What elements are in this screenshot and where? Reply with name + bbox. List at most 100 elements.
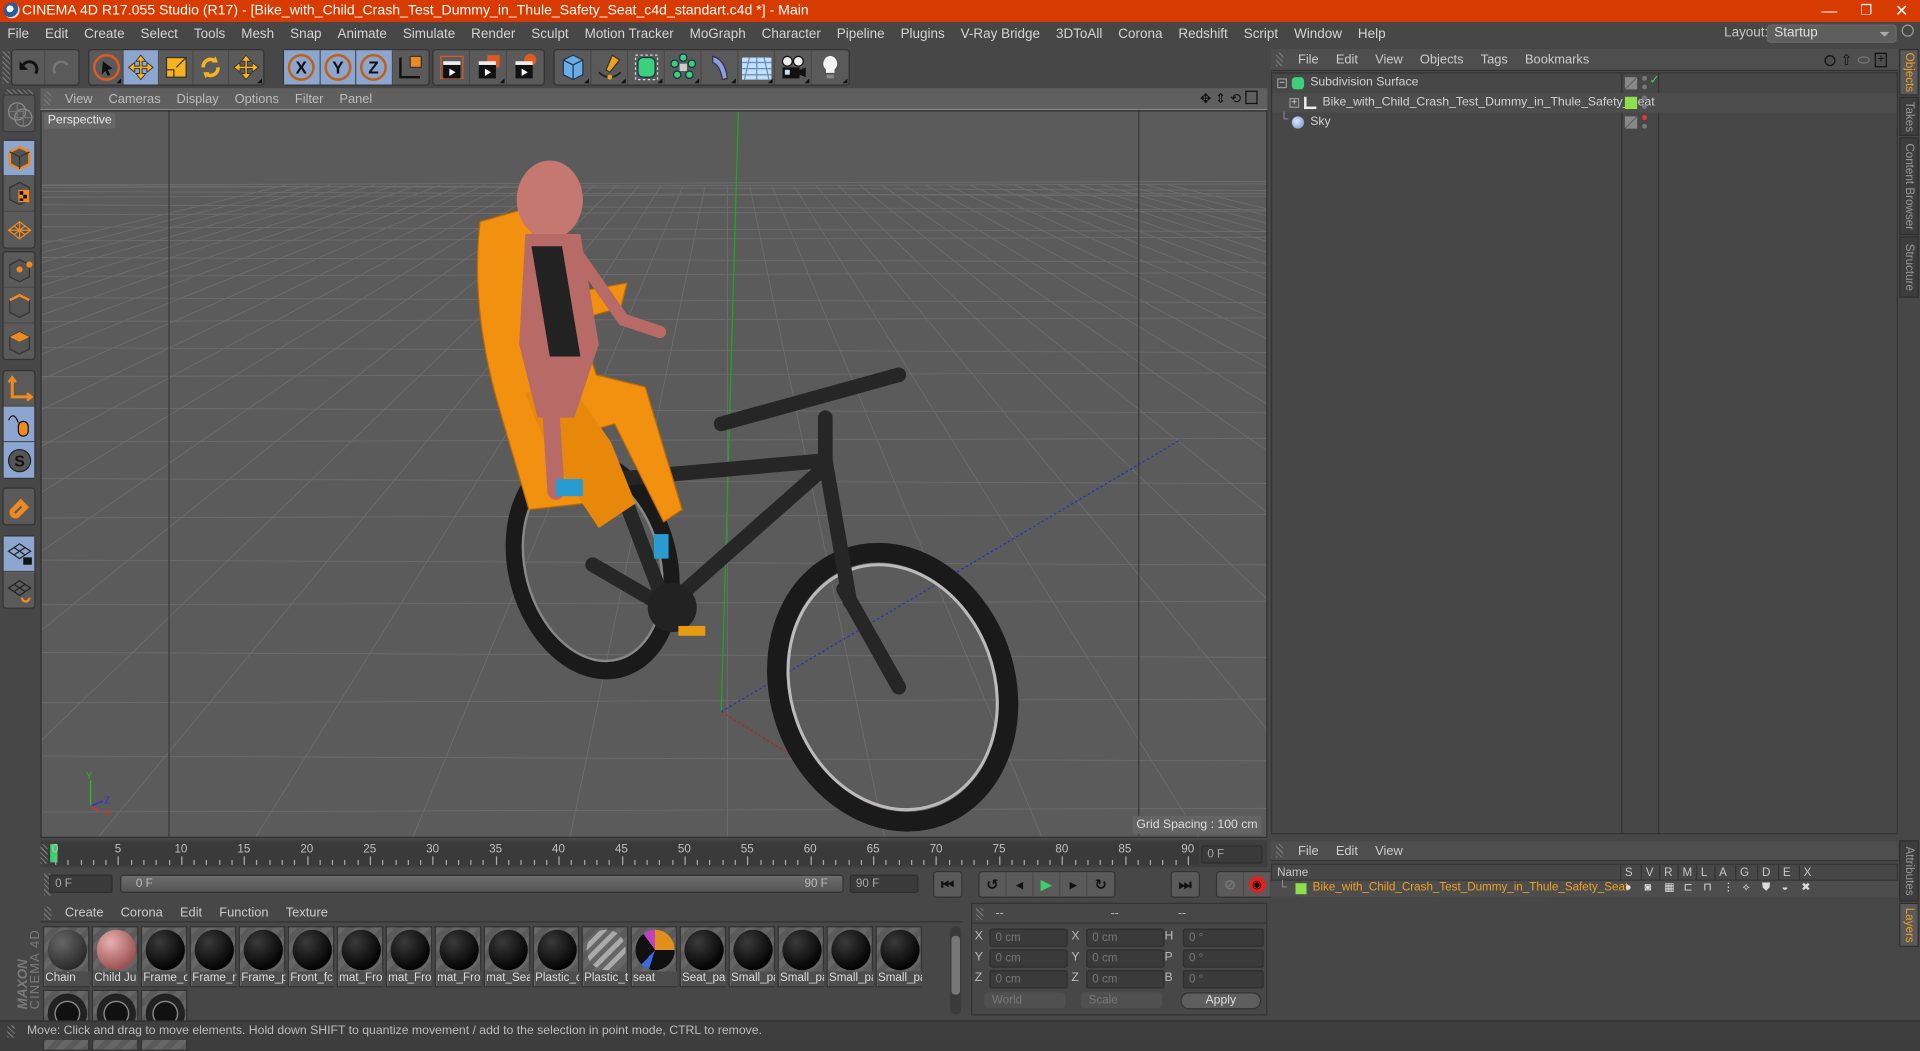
menu-mograph[interactable]: MoGraph — [690, 27, 746, 42]
layer-empty-icon[interactable] — [1624, 77, 1638, 90]
menu-3dtoall[interactable]: 3DToAll — [1056, 27, 1102, 42]
menu-motion-tracker[interactable]: Motion Tracker — [585, 27, 674, 42]
add-deformer-button[interactable] — [702, 50, 739, 85]
frame-range-slider[interactable]: 0 F 90 F — [120, 874, 844, 894]
coordinate-field[interactable]: 0 cm — [989, 970, 1068, 989]
workplane-lock-button[interactable] — [3, 536, 35, 573]
material-scrollbar[interactable] — [950, 926, 962, 1015]
layer-generators-icon[interactable]: ⟡ — [1742, 881, 1749, 894]
material-menu-function[interactable]: Function — [219, 905, 268, 920]
layer-visible-icon[interactable]: ◙ — [1644, 881, 1651, 893]
coordinate-field[interactable]: 0 cm — [989, 949, 1068, 968]
material-swatch[interactable]: Seat_pa — [679, 926, 727, 988]
layer-manager-icon[interactable]: ⊏ — [1684, 881, 1693, 894]
material-menu-edit[interactable]: Edit — [180, 905, 202, 920]
object-row[interactable]: − Subdivision Surface ✓ — [1272, 73, 1896, 93]
previous-frame-button[interactable]: ◂ — [1007, 872, 1034, 897]
add-cube-button[interactable] — [555, 50, 592, 85]
layer-menu-file[interactable]: File — [1298, 843, 1319, 858]
material-swatch[interactable]: mat_Fro — [336, 926, 384, 988]
render-settings-button[interactable] — [507, 50, 544, 84]
maximize-view-icon[interactable] — [1244, 90, 1258, 105]
layer-column-v[interactable]: V — [1646, 866, 1654, 879]
home-icon[interactable]: ⇧ — [1840, 51, 1852, 68]
object-menu-view[interactable]: View — [1375, 52, 1403, 67]
go-to-start-button[interactable]: ⏮ — [933, 870, 963, 898]
material-menu-create[interactable]: Create — [65, 905, 104, 920]
layer-column-g[interactable]: G — [1740, 866, 1749, 879]
object-row[interactable]: + Bike_with_Child_Crash_Test_Dummy_in_Thu… — [1272, 93, 1897, 113]
object-menu-bookmarks[interactable]: Bookmarks — [1525, 52, 1589, 67]
render-picture-viewer-button[interactable] — [470, 50, 507, 85]
material-grip[interactable] — [44, 906, 52, 920]
apply-button[interactable]: Apply — [1180, 992, 1262, 1010]
add-generator-button[interactable] — [628, 50, 665, 85]
coordinates-grip[interactable] — [975, 907, 984, 920]
material-swatch[interactable]: Frame_n — [189, 926, 237, 988]
layer-lock-icon[interactable]: ⊓ — [1703, 881, 1712, 894]
material-swatch[interactable]: Chain — [42, 926, 90, 988]
coordinate-field[interactable]: 0 cm — [1086, 949, 1165, 968]
timeline-ruler[interactable]: 0 5 10 15 20 25 30 35 40 45 50 55 60 65 70 75 80 85 90 — [47, 842, 1199, 865]
coordinate-field[interactable]: 0 cm — [1086, 970, 1165, 989]
side-tab-content-browser[interactable]: Content Browser — [1899, 137, 1919, 236]
material-swatch[interactable]: Plastic_c — [532, 926, 580, 988]
render-visibility-dot[interactable] — [1642, 123, 1647, 129]
zoom-view-icon[interactable]: ⇕ — [1215, 91, 1226, 108]
z-axis-lock-button[interactable]: Z — [356, 50, 393, 85]
material-swatch[interactable]: Small_pa — [875, 926, 923, 988]
points-mode-button[interactable] — [3, 252, 35, 288]
object-row[interactable]: └ Sky — [1272, 113, 1896, 133]
y-axis-lock-button[interactable]: Y — [320, 50, 357, 85]
object-search-icon[interactable] — [1824, 54, 1836, 66]
layer-render-icon[interactable]: ▦ — [1664, 881, 1674, 894]
layer-xref-icon[interactable]: ✖ — [1801, 881, 1810, 894]
object-name[interactable]: Subdivision Surface — [1310, 76, 1418, 89]
viewport-menu-options[interactable]: Options — [235, 91, 279, 106]
end-frame-field[interactable]: 90 F — [849, 874, 919, 894]
object-menu-file[interactable]: File — [1298, 52, 1319, 67]
layer-row[interactable]: └ Bike_with_Child_Crash_Test_Dummy_in_Th… — [1271, 880, 1898, 897]
material-swatch[interactable]: mat_Sea — [483, 926, 531, 988]
menu-select[interactable]: Select — [140, 27, 177, 42]
layer-column-m[interactable]: M — [1682, 866, 1692, 879]
render-visibility-dot[interactable] — [1642, 104, 1647, 110]
coordinate-field[interactable]: 0 cm — [1086, 928, 1165, 947]
material-swatch[interactable]: Child Ju — [91, 926, 139, 988]
layer-empty-icon[interactable] — [1624, 116, 1638, 129]
render-view-button[interactable] — [433, 50, 471, 85]
edges-mode-button[interactable] — [3, 288, 35, 324]
coordinate-mode-dropdown[interactable]: World — [984, 992, 1066, 1009]
menu-corona[interactable]: Corona — [1118, 27, 1162, 42]
side-tab-structure[interactable]: Structure — [1899, 236, 1919, 298]
viewport-menu-view[interactable]: View — [65, 91, 93, 106]
add-spline-button[interactable] — [591, 50, 629, 85]
menu-mesh[interactable]: Mesh — [241, 27, 274, 42]
menu-pipeline[interactable]: Pipeline — [837, 27, 885, 42]
menu-tools[interactable]: Tools — [194, 27, 225, 42]
viewport-menu-cameras[interactable]: Cameras — [108, 91, 160, 106]
workplane-mode-button[interactable] — [4, 212, 35, 248]
autokey-button[interactable]: ⊘ — [1217, 872, 1245, 897]
tweak-mode-button[interactable] — [3, 406, 35, 443]
menu-create[interactable]: Create — [84, 27, 124, 42]
object-menu-edit[interactable]: Edit — [1336, 52, 1358, 67]
coordinate-field[interactable]: 0 ° — [1182, 949, 1264, 968]
object-menu-objects[interactable]: Objects — [1420, 52, 1464, 67]
add-environment-button[interactable] — [738, 50, 776, 85]
menu-window[interactable]: Window — [1294, 27, 1342, 42]
expand-toggle[interactable]: − — [1277, 78, 1287, 89]
menu-redshift[interactable]: Redshift — [1178, 27, 1227, 42]
layer-color-tag[interactable] — [1624, 96, 1638, 110]
object-name[interactable]: Sky — [1310, 115, 1330, 128]
search-icon[interactable] — [1901, 24, 1914, 37]
toolbar-grip[interactable] — [2, 51, 10, 84]
start-frame-field[interactable]: 0 F — [48, 874, 113, 894]
layer-column-s[interactable]: S — [1625, 866, 1633, 879]
current-frame-field[interactable]: 0 F — [1201, 845, 1263, 864]
layer-column-e[interactable]: E — [1783, 866, 1791, 879]
coordinate-field[interactable]: 0 cm — [989, 928, 1068, 947]
make-editable-button[interactable] — [4, 96, 35, 132]
layer-menu-edit[interactable]: Edit — [1336, 843, 1358, 858]
redo-button[interactable] — [45, 50, 78, 84]
